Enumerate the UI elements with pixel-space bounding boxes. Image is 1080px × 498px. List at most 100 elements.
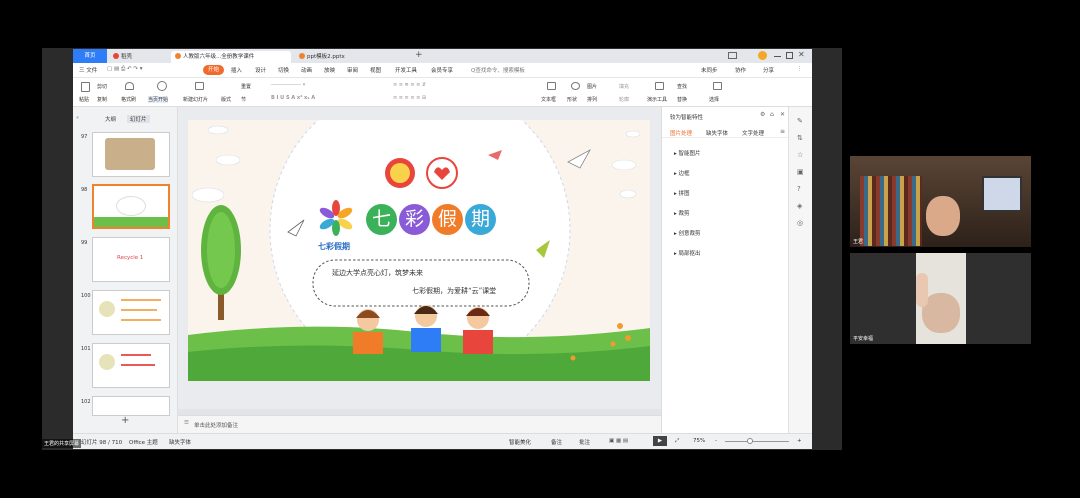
minimize-icon[interactable] bbox=[774, 56, 781, 57]
share-button[interactable]: 分享 bbox=[763, 66, 774, 74]
menu-design[interactable]: 设计 bbox=[255, 66, 266, 74]
collab-button[interactable]: 协作 bbox=[735, 66, 746, 74]
maximize-icon[interactable] bbox=[786, 52, 793, 59]
present-tool-icon[interactable] bbox=[655, 82, 664, 90]
picture-button[interactable]: 图片 bbox=[587, 83, 597, 90]
zoom-out-button[interactable]: - bbox=[715, 438, 717, 444]
play-icon[interactable] bbox=[157, 81, 167, 91]
panel-item[interactable]: ▸ 局部抠出 bbox=[674, 249, 701, 257]
menu-file[interactable]: 三 文件 bbox=[79, 66, 97, 74]
panel-close-icon[interactable]: ✕ bbox=[780, 111, 785, 118]
align-buttons[interactable]: ≡ ≡ ≡ ≡ ≡ ⊞ bbox=[393, 95, 426, 101]
add-slide-button[interactable]: + bbox=[121, 415, 129, 426]
slide-thumb-102[interactable] bbox=[92, 396, 170, 416]
tool-icon[interactable]: ⇅ bbox=[797, 134, 803, 142]
find-button[interactable]: 查找 bbox=[677, 83, 687, 90]
tool-icon[interactable]: ? bbox=[797, 185, 801, 193]
reset-button[interactable]: 重置 bbox=[241, 83, 251, 90]
zoom-slider-handle[interactable] bbox=[747, 438, 753, 444]
theme-name[interactable]: Office 主题 bbox=[129, 438, 158, 446]
slide-thumb-100[interactable] bbox=[92, 290, 170, 335]
zoom-slider[interactable] bbox=[725, 441, 789, 442]
notes-toggle[interactable]: 备注 bbox=[551, 438, 562, 446]
tool-icon[interactable]: ✎ bbox=[797, 117, 803, 125]
notes-area[interactable]: ☰ 单击此处添加备注 bbox=[178, 415, 661, 433]
panel-tab-font[interactable]: 缺失字体 bbox=[706, 129, 728, 137]
format-painter-label[interactable]: 格式刷 bbox=[121, 96, 136, 103]
view-mode-icons[interactable]: ▣ ▦ ▤ bbox=[609, 438, 628, 444]
section-button[interactable]: 节 bbox=[241, 96, 246, 103]
paragraph-buttons[interactable]: ≡ ≡ ≣ ≡ ≡ ⇵ bbox=[393, 82, 426, 88]
paste-icon[interactable] bbox=[81, 82, 90, 92]
menu-dev[interactable]: 开发工具 bbox=[395, 66, 417, 74]
panel-item[interactable]: ▸ 边框 bbox=[674, 169, 690, 177]
from-current-button[interactable]: 当页开始 bbox=[148, 96, 169, 103]
layout-button[interactable]: 版式 bbox=[221, 96, 231, 103]
tool-icon[interactable]: ◈ bbox=[797, 202, 802, 210]
copy-button[interactable]: 复制 bbox=[97, 96, 107, 103]
zoom-level[interactable]: 75% bbox=[693, 438, 705, 444]
arrange-button[interactable]: 排列 bbox=[587, 96, 597, 103]
menu-member[interactable]: 会员专享 bbox=[431, 66, 453, 74]
fill-button[interactable]: 填充 bbox=[619, 83, 629, 90]
menu-review[interactable]: 审阅 bbox=[347, 66, 358, 74]
menu-start[interactable]: 开始 bbox=[203, 65, 225, 75]
new-tab-button[interactable]: + bbox=[415, 50, 423, 60]
panel-item[interactable]: ▸ 创意裁剪 bbox=[674, 229, 701, 237]
textbox-button[interactable]: 文本框 bbox=[541, 96, 556, 103]
close-icon[interactable]: ✕ bbox=[798, 50, 805, 59]
collapse-icon[interactable]: « bbox=[76, 115, 79, 121]
new-slide-icon[interactable] bbox=[195, 82, 204, 90]
tool-icon[interactable]: ☆ bbox=[797, 151, 803, 159]
menu-animation[interactable]: 动画 bbox=[301, 66, 312, 74]
tab-wps[interactable]: 稻壳 bbox=[109, 51, 167, 63]
select-icon[interactable] bbox=[713, 82, 722, 90]
panel-item[interactable]: ▸ 裁剪 bbox=[674, 209, 690, 217]
format-painter-icon[interactable] bbox=[125, 82, 134, 90]
slide-thumb-101[interactable] bbox=[92, 343, 170, 388]
panel-menu-icon[interactable]: ≡ bbox=[780, 128, 785, 135]
command-search[interactable]: Q查找命令、搜索模板 bbox=[471, 66, 525, 74]
comment-toggle[interactable]: 批注 bbox=[579, 438, 590, 446]
slide-thumb-99[interactable]: Recycle 1 bbox=[92, 237, 170, 282]
beautify-button[interactable]: 智能美化 bbox=[509, 438, 531, 446]
avatar[interactable] bbox=[758, 51, 767, 60]
replace-button[interactable]: 替换 bbox=[677, 96, 687, 103]
textbox-icon[interactable] bbox=[547, 82, 556, 90]
panel-item[interactable]: ▸ 拼图 bbox=[674, 189, 690, 197]
tab-doc-active[interactable]: 人教版六年级...全册教学课件 bbox=[171, 51, 291, 63]
missing-font-button[interactable]: 缺失字体 bbox=[169, 438, 191, 446]
sync-status[interactable]: 未同步 bbox=[701, 66, 718, 74]
participant-video-2[interactable]: 平安幸福 bbox=[850, 253, 1031, 344]
panel-pin-icon[interactable]: ⌂ bbox=[770, 111, 774, 118]
tab-doc2[interactable]: ppt模板2.pptx bbox=[295, 51, 411, 63]
layout-icon[interactable] bbox=[728, 52, 737, 59]
cut-button[interactable]: 剪切 bbox=[97, 83, 107, 90]
new-slide-button[interactable]: 新建幻灯片 bbox=[183, 96, 208, 103]
more-icon[interactable]: ⋮ bbox=[797, 66, 803, 72]
menu-insert[interactable]: 插入 bbox=[231, 66, 242, 74]
font-family-select[interactable]: ────────── ▾ bbox=[271, 82, 305, 88]
shape-button[interactable]: 形状 bbox=[567, 96, 577, 103]
tab-home[interactable]: 首页 bbox=[73, 49, 107, 63]
select-button[interactable]: 选择 bbox=[709, 96, 719, 103]
paste-label[interactable]: 粘贴 bbox=[79, 96, 89, 103]
tool-icon[interactable]: ▣ bbox=[797, 168, 804, 176]
current-slide[interactable]: 七 彩 假 期 七彩假期 延边大学点亮心灯，筑梦未来 七彩假期，为爱耕“云”课堂 bbox=[188, 120, 650, 381]
tab-slides[interactable]: 幻灯片 bbox=[127, 115, 150, 123]
tool-icon[interactable]: ◎ bbox=[797, 219, 803, 227]
panel-tab-text[interactable]: 文字处理 bbox=[742, 129, 764, 137]
outline-button[interactable]: 轮廓 bbox=[619, 96, 629, 103]
menu-show[interactable]: 放映 bbox=[324, 66, 335, 74]
slide-thumb-98-selected[interactable] bbox=[92, 184, 170, 229]
participant-video-1[interactable]: 王君 bbox=[850, 156, 1031, 247]
shape-icon[interactable] bbox=[571, 82, 580, 90]
tab-outline[interactable]: 大纲 bbox=[105, 115, 116, 123]
slide-thumb-97[interactable] bbox=[92, 132, 170, 177]
panel-item[interactable]: ▸ 智能图片 bbox=[674, 149, 701, 157]
play-button[interactable]: ▶ bbox=[653, 436, 667, 446]
panel-settings-icon[interactable]: ⚙ bbox=[760, 111, 765, 118]
zoom-in-button[interactable]: + bbox=[797, 438, 802, 444]
menu-switch[interactable]: 切换 bbox=[278, 66, 289, 74]
menu-view[interactable]: 视图 bbox=[370, 66, 381, 74]
